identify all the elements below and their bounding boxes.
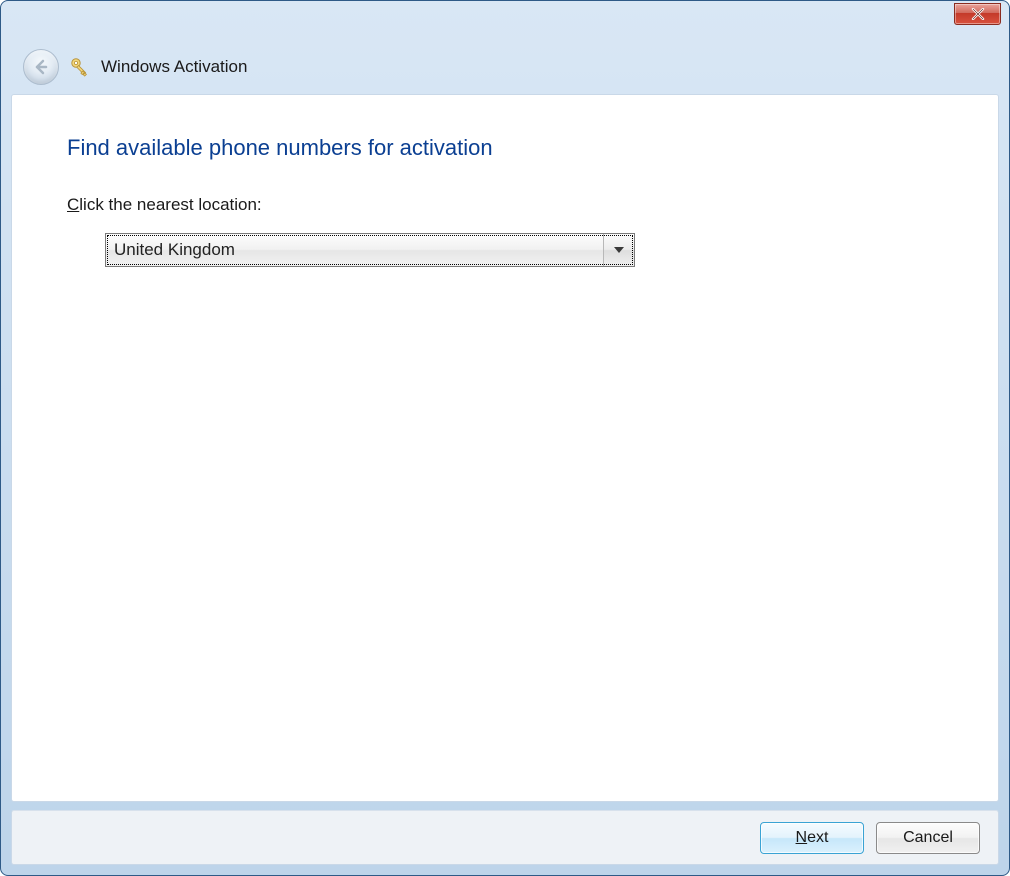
location-dropdown-value: United Kingdom <box>106 234 603 266</box>
key-icon <box>69 56 91 78</box>
location-dropdown[interactable]: United Kingdom <box>105 233 635 267</box>
footer-bar: Next Cancel <box>11 810 999 865</box>
instruction-hotkey: C <box>67 195 79 214</box>
instruction-label: Click the nearest location: <box>67 195 943 215</box>
next-hotkey: N <box>796 829 808 847</box>
cancel-text: Cancel <box>903 829 953 847</box>
instruction-text: lick the nearest location: <box>79 195 261 214</box>
back-arrow-icon <box>32 58 50 76</box>
next-text: ext <box>807 829 828 847</box>
back-button[interactable] <box>23 49 59 85</box>
chevron-down-icon <box>614 247 624 253</box>
content-area: Find available phone numbers for activat… <box>11 94 999 802</box>
header-title: Windows Activation <box>101 57 247 77</box>
next-button[interactable]: Next <box>760 822 864 854</box>
close-button[interactable] <box>954 3 1001 25</box>
header-bar: Windows Activation <box>9 39 1001 94</box>
close-icon <box>971 8 985 20</box>
page-heading: Find available phone numbers for activat… <box>67 135 943 161</box>
wizard-window: Windows Activation Find available phone … <box>0 0 1010 876</box>
location-dropdown-button[interactable] <box>603 234 634 266</box>
cancel-button[interactable]: Cancel <box>876 822 980 854</box>
